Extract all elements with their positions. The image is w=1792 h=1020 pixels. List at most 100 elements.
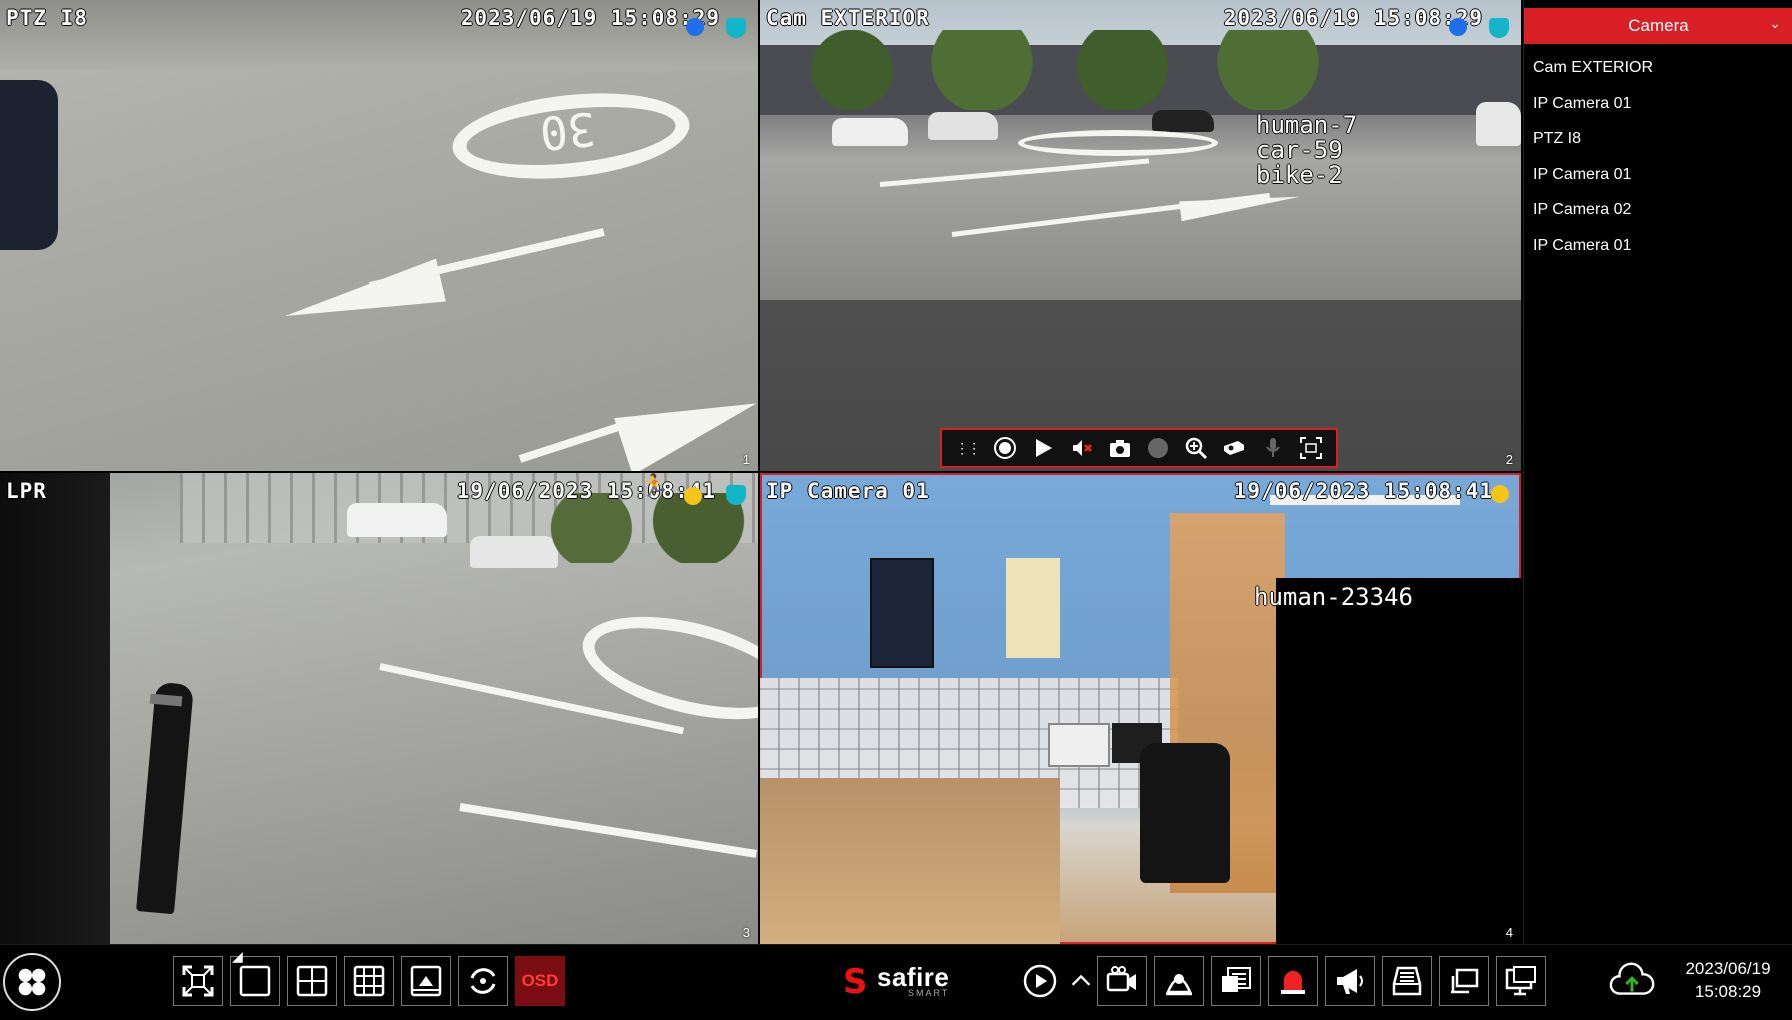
white-car (347, 503, 447, 537)
camera-timestamp: 19/06/2023 15:08:41 (1233, 479, 1493, 503)
camera-list-item[interactable]: IP Camera 01 (1524, 157, 1792, 193)
face-capture-icon[interactable] (1296, 433, 1326, 463)
expand-up-button[interactable] (1068, 956, 1094, 1006)
grid-menu-icon (18, 968, 46, 996)
camera-name: PTZ I8 (6, 6, 88, 30)
face-match-button[interactable] (1154, 956, 1204, 1006)
tile-number: 4 (1505, 925, 1513, 940)
camera-dropdown-label: Camera (1628, 16, 1689, 35)
record-icon[interactable] (990, 433, 1020, 463)
camera-list-item[interactable]: IP Camera 01 (1524, 228, 1792, 264)
camera-list-item[interactable]: IP Camera 02 (1524, 192, 1792, 228)
cloud-upgrade-button[interactable] (1607, 960, 1657, 1004)
lane-arrow-1-head (280, 258, 446, 338)
alarm-indicator-icon (1491, 485, 1509, 503)
camera-list-item[interactable]: PTZ I8 (1524, 121, 1792, 157)
network-status-button[interactable] (1439, 956, 1489, 1006)
custom-layout-button[interactable] (401, 956, 451, 1006)
mute-icon[interactable] (1067, 433, 1097, 463)
alarm-indicator-icon (684, 487, 702, 505)
camera-tile-3[interactable]: LPR 19/06/2023 15:08:41 🏃 3 (0, 473, 758, 944)
snapshot-icon[interactable] (1105, 433, 1135, 463)
event-list-icon (1222, 967, 1251, 992)
perimeter-shield-icon (1489, 18, 1509, 38)
event-list-button[interactable] (1211, 956, 1261, 1006)
live-view-toolbar: ⋮⋮ (940, 428, 1338, 468)
single-layout-icon (239, 965, 271, 997)
counter-bike: bike-2 (1256, 161, 1343, 189)
object-counters: human-7 car-59 bike-2 (1256, 113, 1357, 188)
nine-layout-icon (353, 965, 385, 997)
speed-marking (572, 597, 758, 739)
safire-logo-icon: S (843, 962, 868, 1002)
dark-car (1152, 110, 1214, 132)
lane-arrow-1 (879, 158, 1150, 187)
system-date: 2023/06/19 (1685, 959, 1771, 978)
play-icon[interactable] (1028, 433, 1058, 463)
network-icon (1451, 968, 1479, 994)
camera-name: LPR (6, 479, 47, 503)
perimeter-shield-icon (726, 485, 746, 505)
nine-view-button[interactable] (344, 956, 394, 1006)
chevron-up-icon (1071, 974, 1091, 986)
playback-button[interactable] (1015, 956, 1065, 1006)
lane-arrow-2-head (614, 374, 758, 471)
microwave (1048, 723, 1110, 767)
camera-dropdown[interactable]: Camera ⌄ (1524, 8, 1792, 44)
drag-handle-icon[interactable]: ⋮⋮ (952, 433, 982, 463)
camera-list-item[interactable]: IP Camera 01 (1524, 86, 1792, 122)
face-search-icon (1166, 974, 1192, 996)
main-menu-button[interactable] (3, 953, 61, 1011)
camera-tile-4[interactable]: IP Camera 01 19/06/2023 15:08:41 human-2… (760, 473, 1521, 944)
talk-icon[interactable] (1143, 433, 1173, 463)
speed-marking (1018, 130, 1218, 156)
camera-list-item[interactable]: Cam EXTERIOR (1524, 50, 1792, 86)
camera-tile-1[interactable]: 30 PTZ I8 2023/06/19 15:08:29 1 (0, 0, 758, 471)
camera-timestamp: 2023/06/19 15:08:29 (460, 6, 720, 30)
mouse-cursor-icon: ◢ (232, 948, 243, 964)
broadcast-button[interactable] (1325, 956, 1375, 1006)
lane-line-2 (459, 803, 757, 858)
trees (800, 30, 1320, 110)
wall-column (0, 473, 110, 944)
alarm-button[interactable] (1268, 956, 1318, 1006)
white-car (832, 118, 908, 146)
camera-grid: 30 PTZ I8 2023/06/19 15:08:29 1 Cam EXTE… (0, 0, 1521, 944)
quad-view-button[interactable] (287, 956, 337, 1006)
camera-timestamp: 2023/06/19 15:08:29 (1223, 6, 1483, 30)
poster-light (1006, 558, 1060, 658)
poster-dark (870, 558, 934, 668)
ptz-icon[interactable] (1219, 433, 1249, 463)
counter-human: human-23346 (1254, 583, 1413, 611)
megaphone-icon (1337, 969, 1363, 994)
sequence-icon (470, 968, 496, 994)
fullscreen-button[interactable] (173, 956, 223, 1006)
osd-toggle-button[interactable]: OSD (515, 956, 565, 1006)
camera-list-panel: Camera ⌄ Cam EXTERIOR IP Camera 01 PTZ I… (1523, 0, 1792, 944)
microphone-icon[interactable] (1258, 433, 1288, 463)
custom-layout-icon (410, 965, 442, 997)
tile-number: 2 (1505, 452, 1513, 467)
white-van (1476, 102, 1521, 146)
white-car (928, 112, 998, 140)
zoom-icon[interactable] (1181, 433, 1211, 463)
cloud-upload-icon (1609, 962, 1655, 995)
system-time: 15:08:29 (1694, 982, 1762, 1001)
quad-layout-icon (296, 965, 328, 997)
tile-number: 1 (742, 452, 750, 467)
brand-name: safire (877, 962, 950, 992)
disk-status-button[interactable] (1382, 956, 1432, 1006)
record-manager-button[interactable] (1097, 956, 1147, 1006)
fullscreen-icon (182, 965, 214, 997)
hard-disk-icon (1392, 966, 1422, 996)
trees (520, 493, 758, 563)
motion-detection-icon (1449, 18, 1467, 36)
brand-logo: S safire SMART (843, 962, 950, 1002)
kitchen-counter (760, 778, 1060, 944)
video-camera-icon (1106, 966, 1136, 992)
speed-marking-text: 30 (537, 101, 599, 161)
sequence-button[interactable] (458, 956, 508, 1006)
counter-human: human-7 (1256, 111, 1358, 139)
remote-view-button[interactable] (1496, 956, 1546, 1006)
camera-tile-2[interactable]: Cam EXTERIOR 2023/06/19 15:08:29 human-7… (760, 0, 1521, 471)
